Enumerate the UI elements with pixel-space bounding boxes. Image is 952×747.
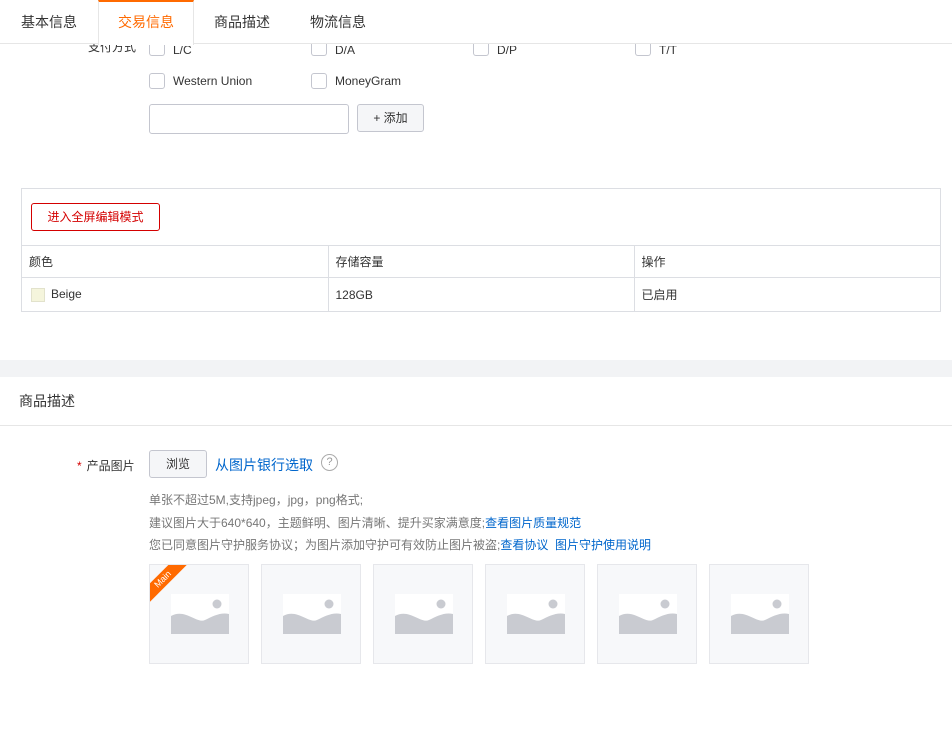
storage-cell: 128GB <box>328 277 635 312</box>
image-hint-format: 单张不超过5M,支持jpeg，jpg，png格式; <box>149 493 364 507</box>
question-circle-icon[interactable]: ? <box>321 454 338 471</box>
custom-payment-input[interactable] <box>149 104 349 134</box>
status-cell: 已启用 <box>634 277 940 312</box>
image-placeholder-icon <box>171 594 229 634</box>
add-payment-button[interactable]: + 添加 <box>357 104 424 132</box>
tab-logistics-info[interactable]: 物流信息 <box>290 0 386 44</box>
image-slot[interactable] <box>709 564 809 664</box>
payment-option-label: MoneyGram <box>335 74 402 88</box>
sku-table-container: 进入全屏编辑模式 颜色 存储容量 操作 Beige 128GB 已启用 <box>21 188 941 312</box>
checkbox[interactable] <box>311 44 327 56</box>
image-placeholder-icon <box>507 594 565 634</box>
payment-option-lc[interactable]: L/C <box>149 44 192 56</box>
payment-option-label: D/P <box>497 46 518 56</box>
checkbox[interactable] <box>149 44 165 56</box>
payment-option-label: L/C <box>173 46 192 56</box>
column-header-color: 颜色 <box>22 245 329 278</box>
image-placeholder-icon <box>283 594 341 634</box>
color-value: Beige <box>51 287 82 302</box>
image-hint-size: 建议图片大于640*640，主题鲜明、图片清晰、提升买家满意度;查看图片质量规范 <box>149 514 581 531</box>
protection-guide-link[interactable]: 图片守护使用说明 <box>555 538 651 552</box>
product-description-panel: 商品描述 * 产品图片 浏览 从图片银行选取 ? 单张不超过5M,支持jpeg，j… <box>0 377 952 747</box>
column-header-storage: 存储容量 <box>328 245 635 278</box>
checkbox[interactable] <box>473 44 489 56</box>
payment-option-label: Western Union <box>173 74 253 88</box>
image-thumbnails: Main <box>149 564 809 664</box>
checkbox[interactable] <box>311 73 327 89</box>
tab-product-description[interactable]: 商品描述 <box>194 0 290 44</box>
image-slot[interactable] <box>373 564 473 664</box>
column-header-action: 操作 <box>634 245 940 278</box>
required-mark: * <box>77 459 82 473</box>
view-agreement-link[interactable]: 查看协议 <box>500 538 548 552</box>
fullscreen-edit-button[interactable]: 进入全屏编辑模式 <box>31 203 160 231</box>
payment-option-tt[interactable]: T/T <box>635 44 677 56</box>
checkbox[interactable] <box>149 73 165 89</box>
sku-table: 颜色 存储容量 操作 Beige 128GB 已启用 <box>22 245 940 312</box>
product-images-label-text: 产品图片 <box>86 459 135 473</box>
payment-option-dp[interactable]: D/P <box>473 44 517 56</box>
payment-option-western-union[interactable]: Western Union <box>149 73 252 89</box>
image-slot[interactable] <box>261 564 361 664</box>
product-images-label: * 产品图片 <box>77 457 135 474</box>
image-placeholder-icon <box>731 594 789 634</box>
top-tab-bar: 基本信息 交易信息 商品描述 物流信息 <box>0 0 952 45</box>
image-hint-size-text: 建议图片大于640*640，主题鲜明、图片清晰、提升买家满意度; <box>149 516 486 530</box>
payment-option-da[interactable]: D/A <box>311 44 355 56</box>
color-cell: Beige <box>22 277 329 312</box>
image-hint-protection-text: 您已同意图片守护服务协议；为图片添加守护可有效防止图片被盗; <box>149 538 501 552</box>
color-swatch <box>31 288 45 303</box>
image-placeholder-icon <box>395 594 453 634</box>
sku-table-header: 颜色 存储容量 操作 <box>22 245 940 278</box>
table-row: Beige 128GB 已启用 <box>22 277 940 312</box>
image-hint-protection: 您已同意图片守护服务协议；为图片添加守护可有效防止图片被盗;查看协议 图片守护使… <box>149 536 651 553</box>
payment-option-label: D/A <box>335 46 356 56</box>
image-slot[interactable] <box>485 564 585 664</box>
browse-button[interactable]: 浏览 <box>149 450 207 478</box>
payment-option-label: T/T <box>659 46 677 56</box>
image-placeholder-icon <box>619 594 677 634</box>
image-bank-link[interactable]: 从图片银行选取 <box>215 455 313 475</box>
quality-guide-link[interactable]: 查看图片质量规范 <box>485 516 581 530</box>
checkbox[interactable] <box>635 44 651 56</box>
trade-info-panel: 支付方式 L/C D/A D/P T/T Western Union Money… <box>0 42 952 360</box>
section-title: 商品描述 <box>0 377 952 426</box>
tab-trade-info[interactable]: 交易信息 <box>98 0 194 45</box>
tab-basic-info[interactable]: 基本信息 <box>0 0 98 44</box>
payment-option-moneygram[interactable]: MoneyGram <box>311 73 401 89</box>
image-slot[interactable] <box>597 564 697 664</box>
image-slot-main[interactable]: Main <box>149 564 249 664</box>
